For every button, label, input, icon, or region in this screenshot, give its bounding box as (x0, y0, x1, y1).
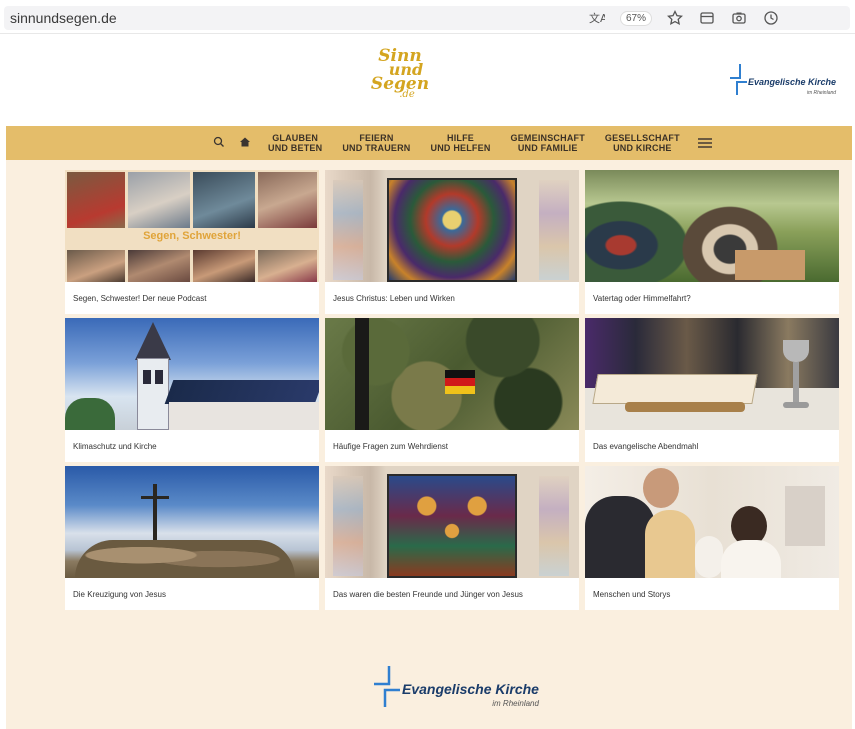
main-navigation: GLAUBEN UND BETEN FEIERN UND TRAUERN HILFE… (6, 126, 852, 160)
baptism-family-image (585, 466, 839, 578)
translate-icon[interactable]: 文A (588, 9, 606, 27)
stained-glass-disciples-image (325, 466, 579, 578)
cross-mark-icon (374, 666, 400, 707)
browser-toolbar: sinnundsegen.de 文A 67% (0, 0, 855, 34)
svg-text:文A: 文A (589, 11, 605, 25)
podcast-collage-image: Segen, Schwester! (65, 170, 319, 282)
tile-caption[interactable]: Klimaschutz und Kirche (65, 430, 319, 462)
site-header: Sinn und Segen .de Evangelische Kirche i… (6, 36, 852, 126)
tile-caption[interactable]: Die Kreuzigung von Jesus (65, 578, 319, 610)
soldier-camo-image (325, 318, 579, 430)
address-bar[interactable]: sinnundsegen.de 文A 67% (4, 6, 850, 30)
url-text[interactable]: sinnundsegen.de (10, 10, 117, 26)
tile-caption[interactable]: Menschen und Storys (585, 578, 839, 610)
communion-image (585, 318, 839, 430)
tile-caption[interactable]: Das waren die besten Freunde und Jünger … (325, 578, 579, 610)
cross-mark-icon (730, 64, 747, 95)
nav-item-glauben[interactable]: GLAUBEN UND BETEN (258, 133, 332, 154)
tile-vatertag[interactable]: Vatertag oder Himmelfahrt? (585, 170, 839, 314)
tile-jesus-christus[interactable]: Jesus Christus: Leben und Wirken (325, 170, 579, 314)
tile-caption[interactable]: Vatertag oder Himmelfahrt? (585, 282, 839, 314)
screenshot-icon[interactable] (730, 9, 748, 27)
tile-caption[interactable]: Segen, Schwester! Der neue Podcast (65, 282, 319, 314)
podcast-overlay-title: Segen, Schwester! (143, 230, 241, 242)
tile-klimaschutz[interactable]: Klimaschutz und Kirche (65, 318, 319, 462)
crucifix-rocks-image (65, 466, 319, 578)
search-icon[interactable] (206, 136, 232, 151)
tile-menschen[interactable]: Menschen und Storys (585, 466, 839, 610)
tile-caption[interactable]: Das evangelische Abendmahl (585, 430, 839, 462)
church-solar-image (65, 318, 319, 430)
footer-logo[interactable]: Evangelische Kirche im Rheinland (372, 664, 539, 708)
partner-logo[interactable]: Evangelische Kirche im Rheinland (728, 62, 836, 96)
history-icon[interactable] (762, 9, 780, 27)
tile-podcast[interactable]: Segen, Schwester! Segen, Schwester! Der … (65, 170, 319, 314)
page: Sinn und Segen .de Evangelische Kirche i… (6, 36, 852, 729)
nav-item-gemeinschaft[interactable]: GEMEINSCHAFT UND FAMILIE (501, 133, 595, 154)
tile-juenger[interactable]: Das waren die besten Freunde und Jünger … (325, 466, 579, 610)
reader-icon[interactable] (698, 9, 716, 27)
star-icon[interactable] (666, 9, 684, 27)
home-icon[interactable] (232, 136, 258, 151)
zoom-level-badge[interactable]: 67% (619, 10, 652, 26)
group-outdoor-image (585, 170, 839, 282)
stained-glass-image (325, 170, 579, 282)
tile-wehrdienst[interactable]: Häufige Fragen zum Wehrdienst (325, 318, 579, 462)
tile-caption[interactable]: Häufige Fragen zum Wehrdienst (325, 430, 579, 462)
nav-item-gesellschaft[interactable]: GESELLSCHAFT UND KIRCHE (595, 133, 690, 154)
tile-abendmahl[interactable]: Das evangelische Abendmahl (585, 318, 839, 462)
menu-icon[interactable] (697, 136, 712, 150)
nav-item-hilfe[interactable]: HILFE UND HELFEN (421, 133, 501, 154)
site-logo[interactable]: Sinn und Segen .de (370, 47, 430, 109)
nav-item-feiern[interactable]: FEIERN UND TRAUERN (332, 133, 420, 154)
tile-kreuzigung[interactable]: Die Kreuzigung von Jesus (65, 466, 319, 610)
tile-caption[interactable]: Jesus Christus: Leben und Wirken (325, 282, 579, 314)
